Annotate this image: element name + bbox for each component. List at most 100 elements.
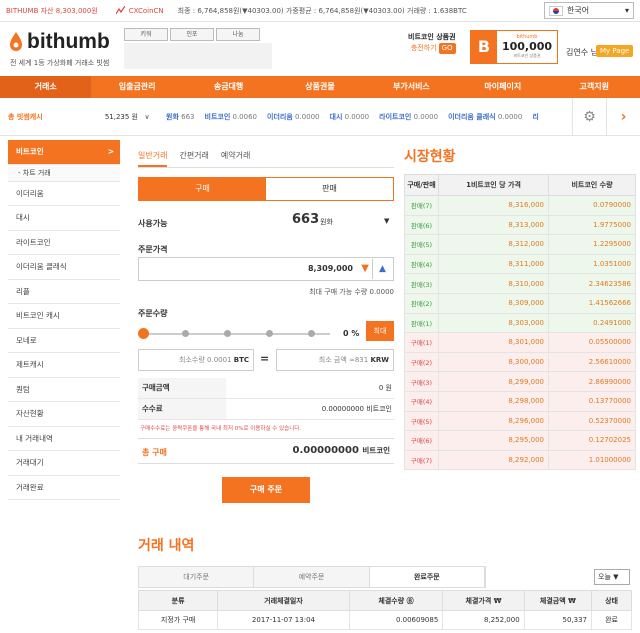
asset-item[interactable]: 이더리움 클래식 0.0000: [448, 112, 522, 122]
period-select[interactable]: 오늘 ▼: [594, 569, 630, 585]
asset-item[interactable]: 리: [532, 112, 538, 122]
sidebar-item[interactable]: 제트캐시: [8, 353, 120, 378]
orderbook-qty: 0.12702025: [548, 430, 636, 451]
asset-item[interactable]: 대시 0.0000: [330, 112, 370, 122]
header-button[interactable]: 키워: [124, 28, 168, 41]
history-cell: 지정가 구매: [137, 610, 219, 630]
sidebar-item[interactable]: 내 거래내역: [8, 427, 120, 451]
slider-handle[interactable]: [138, 328, 149, 339]
sidebar-item-bitcoin[interactable]: 비트코인 >: [8, 140, 120, 165]
sidebar-item[interactable]: 리플: [8, 280, 120, 304]
history-title: 거래 내역: [138, 538, 195, 554]
orderbook-side: 구매(3): [404, 371, 439, 392]
mypage-button[interactable]: My Page: [596, 45, 634, 57]
orderbook-row[interactable]: 구매(3) 8,299,000 2.86990000: [404, 371, 636, 392]
summary-value: 0.00000000 비트코인: [321, 405, 392, 413]
orderbook-price: 8,296,000: [438, 410, 549, 432]
toggle-assets-button[interactable]: ∨: [138, 113, 156, 121]
qty-slider[interactable]: 0 % 최대: [138, 321, 394, 343]
sidebar-item[interactable]: 이더리움: [8, 182, 120, 206]
asset-item[interactable]: 비트코인 0.0060: [205, 112, 258, 122]
orderbook-row[interactable]: 판매(3) 8,310,000 2.34623586: [404, 273, 636, 294]
orderbook-row[interactable]: 구매(7) 8,292,000 1.01000000: [404, 449, 636, 471]
qty-input[interactable]: 최소수량 0.0001 BTC: [138, 349, 254, 371]
orderbook-row[interactable]: 판매(4) 8,311,000 1.0351000: [404, 253, 636, 275]
orderbook-row[interactable]: 구매(2) 8,300,000 2.56610000: [404, 351, 636, 373]
nav-remittance[interactable]: 송금대행: [183, 76, 274, 98]
chevron-down-icon[interactable]: ▼: [384, 217, 389, 225]
gift-card-banner[interactable]: B bithumb 100,000 비트코인 상품권: [470, 30, 558, 64]
sidebar-item[interactable]: 자산현황: [8, 402, 120, 427]
orderbook-row[interactable]: 판매(1) 8,303,000 0.2491000: [404, 312, 636, 334]
tab-normal[interactable]: 일반거래: [138, 146, 168, 167]
orderbook-row[interactable]: 구매(4) 8,298,000 0.13770000: [404, 390, 636, 412]
sidebar-item[interactable]: 모네로: [8, 329, 120, 353]
header-buttons: 키워 인포 나눔: [124, 28, 262, 41]
currency-select[interactable]: 원화: [320, 217, 333, 227]
asset-item[interactable]: 원화 663: [166, 112, 195, 122]
max-button[interactable]: 최대: [366, 321, 394, 341]
history-tabs: 대기주문 예약주문 완료주문: [138, 566, 486, 588]
orderbook-row[interactable]: 판매(6) 8,313,000 1.9775000: [404, 214, 636, 236]
sidebar-item-chart[interactable]: - 차트 거래: [8, 164, 120, 182]
orderbook-side: 구매(2): [404, 351, 439, 373]
header-button[interactable]: 인포: [170, 28, 214, 41]
sidebar-item[interactable]: 퀀텀: [8, 378, 120, 402]
bitcoin-icon: B: [471, 31, 497, 63]
nav-support[interactable]: 고객지원: [549, 76, 640, 98]
language-select[interactable]: 한국어 ▾: [544, 2, 634, 19]
orderbook-price: 8,299,000: [438, 371, 549, 392]
promo-go-button[interactable]: GO: [438, 43, 456, 54]
orderbook-row[interactable]: 판매(7) 8,316,000 0.0790000: [404, 195, 636, 216]
nav-giftcard[interactable]: 상품권몰: [274, 76, 365, 98]
orderbook-header: 구매/판매: [404, 174, 439, 196]
orderbook-row[interactable]: 구매(5) 8,296,000 0.52370000: [404, 410, 636, 432]
logo[interactable]: bithumb: [8, 30, 110, 54]
max-buy-info: 최대 구매 가능 수량 0.0000: [309, 288, 394, 296]
price-input[interactable]: 8,309,000 ▼ ▲: [138, 257, 394, 281]
price-down-icon[interactable]: ▼: [361, 263, 369, 274]
orderbook-row[interactable]: 구매(6) 8,295,000 0.12702025: [404, 430, 636, 451]
price-up-icon[interactable]: ▲: [372, 259, 392, 279]
nav-deposit[interactable]: 입출금관리: [91, 76, 182, 98]
gear-icon[interactable]: ⚙: [572, 98, 606, 136]
sidebar-item[interactable]: 거래완료: [8, 476, 120, 500]
sidebar-item[interactable]: 라이트코인: [8, 231, 120, 255]
asset-item[interactable]: 이더리움 0.0000: [267, 112, 320, 122]
market-title: 시장현황: [404, 149, 456, 165]
buy-tab[interactable]: 구매: [139, 178, 266, 200]
sidebar-item[interactable]: 비트코인 캐시: [8, 304, 120, 329]
asset-item[interactable]: 라이트코인 0.0000: [379, 112, 438, 122]
orderbook-row[interactable]: 판매(2) 8,309,000 1.41562666: [404, 292, 636, 314]
promo[interactable]: 비트코인 상품권 충전하기 GO: [408, 32, 456, 54]
nav-mypage[interactable]: 마이페이지: [457, 76, 548, 98]
wallet-value: 8,303,000원: [55, 6, 98, 15]
chevron-right-icon[interactable]: ›: [606, 98, 640, 136]
tab-simple[interactable]: 간편거래: [179, 146, 208, 167]
orderbook-row[interactable]: 판매(5) 8,312,000 1.2295000: [404, 234, 636, 255]
orderbook-side: 구매(6): [404, 430, 439, 451]
tab-reserved-orders[interactable]: 예약주문: [254, 567, 370, 587]
sell-tab[interactable]: 판매: [266, 178, 393, 200]
sidebar-item[interactable]: 대시: [8, 206, 120, 231]
nav-exchange[interactable]: 거래소: [0, 76, 92, 98]
buy-order-button[interactable]: 구매 주문: [222, 477, 310, 503]
orderbook-qty: 2.86990000: [548, 371, 636, 392]
user-name: 김연수 님: [566, 48, 598, 57]
header: bithumb 전 세계 1등 가상화폐 거래소 빗썸 키워 인포 나눔 비트코…: [0, 22, 640, 76]
nav-extra[interactable]: 부가서비스: [366, 76, 457, 98]
history-cell: 완료: [591, 610, 632, 630]
sidebar-item[interactable]: 거래대기: [8, 451, 120, 476]
orderbook-side: 판매(7): [404, 195, 439, 216]
tab-pending[interactable]: 대기주문: [139, 567, 255, 587]
volume: 거래량 : 1.638BTC: [407, 6, 467, 15]
sidebar-item[interactable]: 이더리움 클래식: [8, 255, 120, 280]
amount-input[interactable]: 최소 금액 ≈831 KRW: [276, 349, 394, 371]
history-header: 거래체결일자: [217, 590, 350, 611]
tab-completed[interactable]: 완료주문: [369, 567, 485, 587]
orderbook-side: 구매(7): [404, 449, 439, 471]
orderbook-row[interactable]: 구매(1) 8,301,000 0.05500000: [404, 332, 636, 353]
price-label: 주문가격: [138, 245, 168, 254]
header-button[interactable]: 나눔: [216, 28, 260, 41]
tab-reserved[interactable]: 예약거래: [221, 146, 250, 167]
